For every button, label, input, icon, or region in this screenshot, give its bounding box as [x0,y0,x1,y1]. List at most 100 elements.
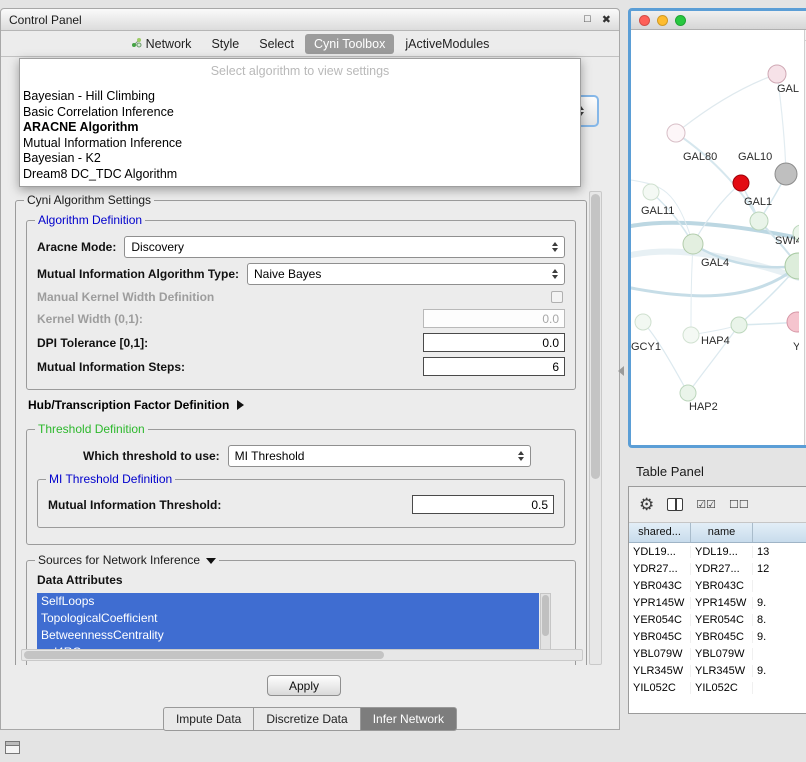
tab-network[interactable]: Network [122,34,201,54]
table-header-row: shared...name [629,523,806,543]
threshold-definition-legend: Threshold Definition [35,422,148,436]
dpi-tolerance-label: DPI Tolerance [0,1]: [37,336,148,350]
settings-scroll-area[interactable]: Cyni Algorithm Settings Algorithm Defini… [13,191,589,665]
table-cell: YBR043C [629,580,691,592]
mi-steps-input[interactable] [423,357,565,376]
table-row[interactable]: YBR045CYBR045C9. [629,628,806,645]
control-panel-tabbar: Network Style SelectCyni ToolboxjActiveMod… [1,31,619,57]
network-edge [691,244,693,335]
splitter-collapse-icon[interactable] [618,366,624,376]
apply-button[interactable]: Apply [267,675,341,696]
attribute-item-selfloops[interactable]: SelfLoops [37,593,539,610]
table-cell: YDR27... [629,563,691,575]
network-node-hap4[interactable]: HAP4 [683,327,730,347]
tab-style[interactable]: Style [202,34,248,54]
network-node[interactable] [733,175,749,191]
algorithm-dropdown-list: Select algorithm to view settingsBayesia… [19,58,581,187]
algorithm-option-mutual-information-inference[interactable]: Mutual Information Inference [20,136,580,152]
attribute-item-topologicalcoefficient[interactable]: TopologicalCoefficient [37,610,539,627]
network-node-gal1[interactable]: GAL1 [744,196,772,230]
horizontal-scrollbar-thumb[interactable] [24,651,384,659]
table-cell: 9. [753,597,806,609]
mi-threshold-input[interactable] [412,495,554,514]
algorithm-option-dream8-dc-tdc-algorithm[interactable]: Dream8 DC_TDC Algorithm [20,167,580,183]
network-node-gcy1[interactable]: GCY1 [631,314,661,353]
close-light[interactable] [639,15,650,26]
network-window-titlebar[interactable] [631,11,806,30]
select-all-icon[interactable]: ☑☑ [696,498,716,511]
tab-jactivemodules[interactable]: jActiveModules [396,34,498,54]
settings-horizontal-scrollbar[interactable] [21,649,583,661]
column-header-name[interactable]: name [691,523,753,542]
column-header-shared[interactable]: shared... [629,523,691,542]
attribute-item-betweennesscentrality[interactable]: BetweennessCentrality [37,627,539,644]
columns-icon[interactable] [667,498,683,511]
table-cell: YER054C [629,614,691,626]
table-row[interactable]: YDL19...YDL19...13 [629,543,806,560]
manual-kernel-row: Manual Kernel Width Definition [37,290,565,304]
cyni-settings-legend: Cyni Algorithm Settings [24,193,154,207]
data-attributes-label: Data Attributes [37,573,567,587]
mi-type-select[interactable]: Naive Bayes [247,263,565,285]
aracne-mode-select[interactable]: Discovery [124,236,565,258]
network-node-gal[interactable]: GAL [768,65,799,95]
minimize-light[interactable] [657,15,668,26]
which-threshold-label: Which threshold to use: [83,449,220,463]
dpi-tolerance-input[interactable] [423,333,565,352]
tab-discretize-data[interactable]: Discretize Data [254,707,360,731]
which-threshold-value: MI Threshold [235,449,512,463]
network-node-y[interactable]: Y [787,312,799,353]
which-threshold-select[interactable]: MI Threshold [228,445,531,467]
table-row[interactable]: YBL079WYBL079W [629,645,806,662]
clear-selection-icon[interactable]: ☐☐ [729,498,749,511]
tab-impute-data[interactable]: Impute Data [163,707,254,731]
tab-cyni-toolbox[interactable]: Cyni Toolbox [305,34,394,54]
table-row[interactable]: YDR27...YDR27...12 [629,560,806,577]
tab-infer-network[interactable]: Infer Network [361,707,457,731]
hub-definition-toggle[interactable]: Hub/Transcription Factor Definition [28,398,576,412]
algorithm-option-bayesian-hill-climbing[interactable]: Bayesian - Hill Climbing [20,89,580,105]
table-row[interactable]: YIL052CYIL052C [629,679,806,696]
table-row[interactable]: YLR345WYLR345W9. [629,662,806,679]
algorithm-option-bayesian-k2[interactable]: Bayesian - K2 [20,151,580,167]
table-cell: YBL079W [691,648,753,660]
chevron-right-icon [237,400,244,410]
algorithm-option-aracne-algorithm[interactable]: ARACNE Algorithm [20,120,580,136]
network-node-swi4[interactable]: SWI4 [775,225,799,247]
column-header-2[interactable] [753,523,806,542]
table-cell: YDL19... [629,546,691,558]
settings-vertical-scrollbar[interactable] [589,191,602,665]
network-node[interactable] [731,317,747,333]
kernel-width-input[interactable] [423,309,565,328]
svg-text:Y: Y [793,341,799,353]
tab-label: Style [211,37,239,51]
gear-icon[interactable]: ⚙ [639,495,654,515]
table-cell: YIL052C [691,682,753,694]
table-row[interactable]: YER054CYER054C8. [629,611,806,628]
network-node-hap2[interactable]: HAP2 [680,385,718,413]
table-cell: 9. [753,665,806,677]
which-threshold-row: Which threshold to use: MI Threshold [37,445,565,467]
manual-kernel-label: Manual Kernel Width Definition [37,290,214,304]
table-cell: YDL19... [691,546,753,558]
control-panel-titlebar[interactable]: Control Panel □ ✖ [1,9,619,31]
kernel-width-row: Kernel Width (0,1): [37,309,565,328]
table-row[interactable]: YBR043CYBR043C [629,577,806,594]
mi-threshold-fieldset: MI Threshold Definition Mutual Informati… [37,472,565,528]
tab-select[interactable]: Select [250,34,303,54]
algorithm-option-basic-correlation-inference[interactable]: Basic Correlation Inference [20,105,580,121]
manual-kernel-checkbox[interactable] [551,291,563,303]
close-window-icon[interactable]: ✖ [602,13,611,26]
restore-panel-icon[interactable] [5,741,20,754]
table-cell: 12 [753,563,806,575]
svg-text:GAL4: GAL4 [701,257,729,269]
list-scrollbar-thumb[interactable] [542,595,549,636]
network-canvas[interactable]: GALGAL80GAL10GAL11GAL1SWI4GAL4GCY1HAP4YH… [631,30,806,445]
vertical-scrollbar-thumb[interactable] [591,194,600,479]
network-node-gal11[interactable]: GAL11 [641,184,674,217]
float-window-icon[interactable]: □ [584,13,591,26]
sources-legend[interactable]: Sources for Network Inference [35,553,219,567]
mi-steps-row: Mutual Information Steps: [37,357,565,376]
zoom-light[interactable] [675,15,686,26]
table-row[interactable]: YPR145WYPR145W9. [629,594,806,611]
